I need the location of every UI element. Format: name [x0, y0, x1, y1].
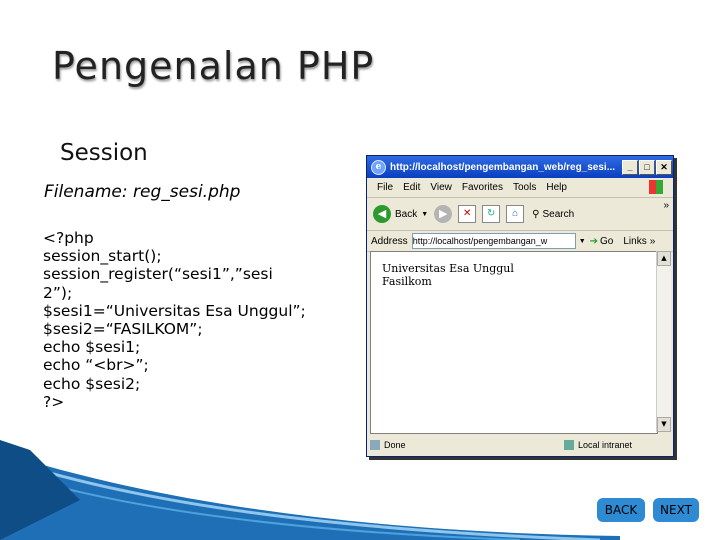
code-line: <?php	[43, 229, 94, 247]
address-label: Address	[371, 235, 408, 247]
links-overflow-icon[interactable]: »	[650, 236, 656, 247]
address-dropdown-icon[interactable]: ▼	[579, 238, 586, 245]
content-line-2: Fasilkom	[382, 275, 432, 288]
menu-favorites[interactable]: Favorites	[462, 182, 503, 193]
menu-help[interactable]: Help	[546, 182, 567, 193]
back-dropdown-icon[interactable]: ▼	[421, 211, 428, 218]
code-line: $sesi1=“Universitas Esa Unggul”;	[43, 301, 306, 320]
address-input[interactable]: http://localhost/pengembangan_w	[411, 233, 576, 249]
code-line: echo $sesi2;	[43, 374, 141, 393]
menu-edit[interactable]: Edit	[403, 182, 420, 193]
code-line: 2”);	[43, 283, 73, 302]
slide-subtitle: Session	[60, 140, 148, 166]
decorative-wave	[0, 440, 620, 540]
browser-window: e http://localhost/pengembangan_web/reg_…	[366, 155, 674, 457]
back-button-label[interactable]: Back	[395, 209, 417, 220]
scroll-up-icon[interactable]: ▲	[657, 251, 671, 266]
page-content: Universitas Esa Unggul Fasilkom	[370, 251, 658, 434]
windows-flag-icon	[649, 180, 663, 194]
menu-view[interactable]: View	[430, 182, 452, 193]
filename-label: Filename: reg_sesi.php	[44, 182, 241, 202]
stop-icon[interactable]: ✕	[458, 205, 477, 223]
ie-icon: e	[371, 159, 386, 175]
back-button[interactable]: BACK	[597, 498, 645, 522]
maximize-icon[interactable]: □	[639, 159, 655, 175]
next-button[interactable]: NEXT	[653, 498, 699, 522]
menu-tools[interactable]: Tools	[513, 182, 536, 193]
browser-toolbar: ◀ Back ▼ ▶ ✕ ↻ ⌂ ⚲ Search »	[367, 198, 673, 231]
slide-title: Pengenalan PHP	[52, 44, 375, 88]
forward-arrow-icon[interactable]: ▶	[434, 205, 453, 223]
go-arrow-icon[interactable]: ➔	[590, 236, 598, 247]
code-line: session_register(“sesi1”,”sesi	[43, 265, 273, 284]
code-line: $sesi2=“FASILKOM”;	[43, 320, 203, 339]
links-label[interactable]: Links	[623, 236, 646, 247]
browser-titlebar: e http://localhost/pengembangan_web/reg_…	[367, 156, 673, 178]
code-block: <?php session_start(); session_register(…	[43, 229, 343, 411]
code-line: ?>	[43, 392, 65, 411]
menu-bar: File Edit View Favorites Tools Help	[367, 178, 673, 198]
home-icon[interactable]: ⌂	[506, 205, 525, 223]
refresh-icon[interactable]: ↻	[482, 205, 501, 223]
code-line: echo “<br>”;	[43, 356, 149, 375]
window-title: http://localhost/pengembangan_web/reg_se…	[390, 161, 616, 173]
vertical-scrollbar[interactable]: ▲ ▼	[656, 251, 671, 432]
menu-file[interactable]: File	[377, 182, 393, 193]
minimize-icon[interactable]: _	[622, 159, 638, 175]
scroll-down-icon[interactable]: ▼	[657, 417, 671, 432]
go-button-label[interactable]: Go	[600, 236, 613, 247]
search-button-label[interactable]: Search	[543, 209, 575, 220]
back-arrow-icon[interactable]: ◀	[373, 205, 391, 223]
code-line: session_start();	[43, 247, 162, 266]
close-icon[interactable]: ✕	[656, 159, 672, 175]
search-icon[interactable]: ⚲	[532, 209, 539, 220]
toolbar-overflow-icon[interactable]: »	[663, 200, 669, 211]
content-line-1: Universitas Esa Unggul	[382, 262, 514, 275]
code-line: echo $sesi1;	[43, 338, 141, 357]
address-bar: Address http://localhost/pengembangan_w …	[367, 231, 673, 252]
